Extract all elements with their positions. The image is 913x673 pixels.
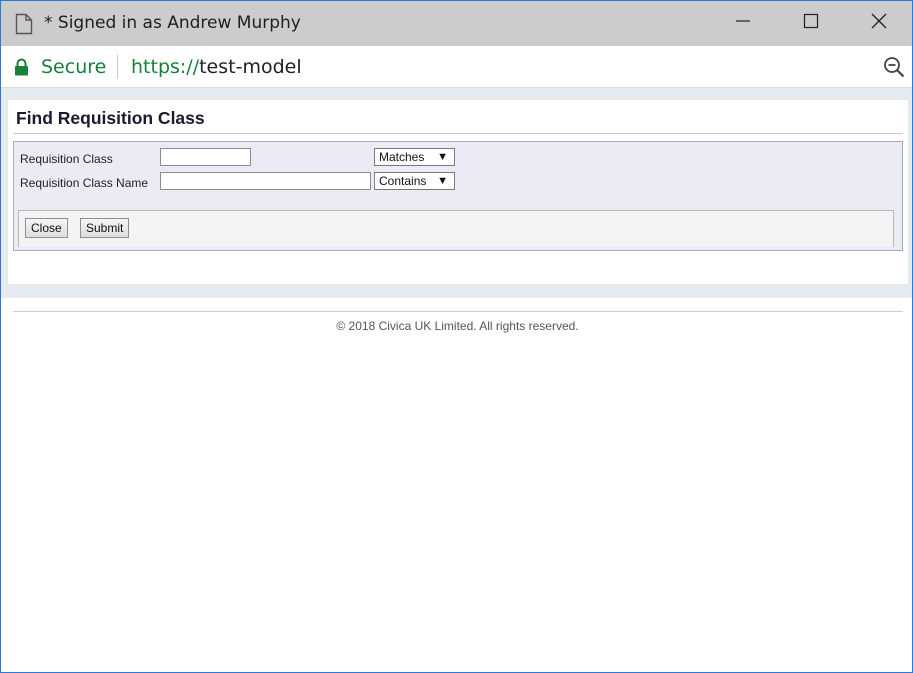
url-text[interactable]: https://test-model [131,56,302,78]
browser-window: * Signed in as Andrew Murphy Secure http… [0,0,913,673]
requisition-class-operator-select[interactable]: Matches ▼ [374,148,455,166]
requisition-class-input[interactable] [160,148,251,166]
lock-icon [14,58,29,76]
copyright-text: © 2018 Civica UK Limited. All rights res… [336,319,579,333]
url-host: test-model [199,56,302,78]
requisition-class-name-operator-select[interactable]: Contains ▼ [374,172,455,190]
submit-button[interactable]: Submit [80,218,130,238]
title-bar: * Signed in as Andrew Murphy [1,1,912,46]
requisition-class-name-label: Requisition Class Name [20,176,149,190]
dropdown-arrow-icon: ▼ [437,175,448,187]
dropdown-arrow-icon: ▼ [437,151,448,163]
close-window-button[interactable] [856,1,902,46]
url-scheme: https:// [131,56,200,78]
minimize-icon [735,13,751,34]
close-button[interactable]: Close [25,218,68,238]
maximize-button[interactable] [788,1,834,46]
page-title: Find Requisition Class [16,108,205,128]
title-divider [13,133,903,134]
operator-selected-value: Matches [379,150,425,164]
address-divider [117,55,118,79]
window-title: * Signed in as Andrew Murphy [44,13,301,33]
document-icon [15,13,33,35]
requisition-class-label: Requisition Class [20,152,113,166]
button-bar [18,210,894,247]
security-label: Secure [41,56,107,78]
operator-selected-value: Contains [379,174,427,188]
minimize-button[interactable] [720,1,766,46]
zoom-out-icon[interactable] [883,56,905,78]
footer-divider [13,311,903,312]
maximize-icon [803,13,819,34]
address-bar[interactable]: Secure https://test-model [1,46,912,88]
requisition-class-name-input[interactable] [160,172,371,190]
close-icon [871,13,887,34]
